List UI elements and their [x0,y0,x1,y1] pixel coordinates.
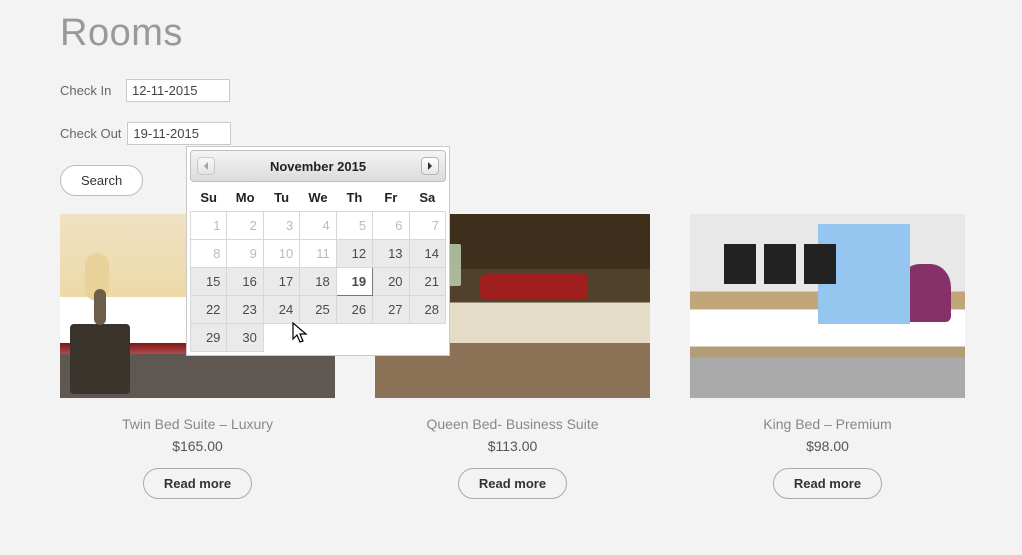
read-more-button[interactable]: Read more [773,468,882,499]
calendar-day[interactable]: 29 [191,324,227,352]
calendar-day[interactable]: 28 [409,296,445,324]
read-more-button[interactable]: Read more [458,468,567,499]
calendar-day[interactable]: 16 [227,268,263,296]
calendar-blank [263,324,299,352]
checkin-input[interactable] [126,79,230,102]
calendar-day[interactable]: 12 [336,240,372,268]
page-title: Rooms [60,12,962,55]
calendar-day[interactable]: 26 [336,296,372,324]
calendar-day[interactable]: 24 [263,296,299,324]
weekday-row: SuMoTuWeThFrSa [191,184,446,212]
calendar-day[interactable]: 21 [409,268,445,296]
weekday-header: Mo [227,184,263,212]
prev-month-button [197,157,215,175]
calendar-blank [409,324,445,352]
calendar-day[interactable]: 15 [191,268,227,296]
calendar-day: 10 [263,240,299,268]
search-button[interactable]: Search [60,165,143,196]
weekday-header: Th [336,184,372,212]
calendar-row: 22232425262728 [191,296,446,324]
product-title[interactable]: Twin Bed Suite – Luxury [60,416,335,432]
weekday-header: Tu [263,184,299,212]
calendar-day: 11 [300,240,336,268]
calendar-day[interactable]: 17 [263,268,299,296]
calendar-day[interactable]: 13 [373,240,409,268]
calendar-day[interactable]: 25 [300,296,336,324]
product-price: $165.00 [60,438,335,454]
weekday-header: Su [191,184,227,212]
datepicker-calendar: SuMoTuWeThFrSa 1234567891011121314151617… [190,184,446,352]
calendar-day: 3 [263,212,299,240]
weekday-header: Sa [409,184,445,212]
calendar-day[interactable]: 18 [300,268,336,296]
chevron-left-icon [202,162,210,170]
calendar-day: 1 [191,212,227,240]
calendar-blank [300,324,336,352]
calendar-day[interactable]: 30 [227,324,263,352]
calendar-row: 1234567 [191,212,446,240]
calendar-day: 7 [409,212,445,240]
next-month-button[interactable] [421,157,439,175]
datepicker: November 2015 SuMoTuWeThFrSa 12345678910… [186,146,450,356]
calendar-day[interactable]: 20 [373,268,409,296]
datepicker-header: November 2015 [190,150,446,182]
calendar-day: 5 [336,212,372,240]
datepicker-month-label: November 2015 [270,159,366,174]
calendar-day[interactable]: 23 [227,296,263,324]
product-price: $113.00 [375,438,650,454]
calendar-day: 8 [191,240,227,268]
calendar-day[interactable]: 14 [409,240,445,268]
calendar-day: 6 [373,212,409,240]
product-image[interactable] [690,214,965,398]
calendar-blank [373,324,409,352]
read-more-button[interactable]: Read more [143,468,252,499]
calendar-blank [336,324,372,352]
calendar-day[interactable]: 27 [373,296,409,324]
product-card: King Bed – Premium $98.00 Read more [690,214,965,499]
checkout-input[interactable] [127,122,231,145]
product-title[interactable]: King Bed – Premium [690,416,965,432]
chevron-right-icon [426,162,434,170]
calendar-row: 2930 [191,324,446,352]
calendar-day[interactable]: 19 [336,268,372,296]
checkin-label: Check In [60,83,120,98]
product-price: $98.00 [690,438,965,454]
calendar-day[interactable]: 22 [191,296,227,324]
calendar-day: 9 [227,240,263,268]
calendar-row: 15161718192021 [191,268,446,296]
weekday-header: Fr [373,184,409,212]
calendar-row: 891011121314 [191,240,446,268]
weekday-header: We [300,184,336,212]
checkout-label: Check Out [60,126,121,141]
calendar-day: 4 [300,212,336,240]
calendar-day: 2 [227,212,263,240]
product-title[interactable]: Queen Bed- Business Suite [375,416,650,432]
